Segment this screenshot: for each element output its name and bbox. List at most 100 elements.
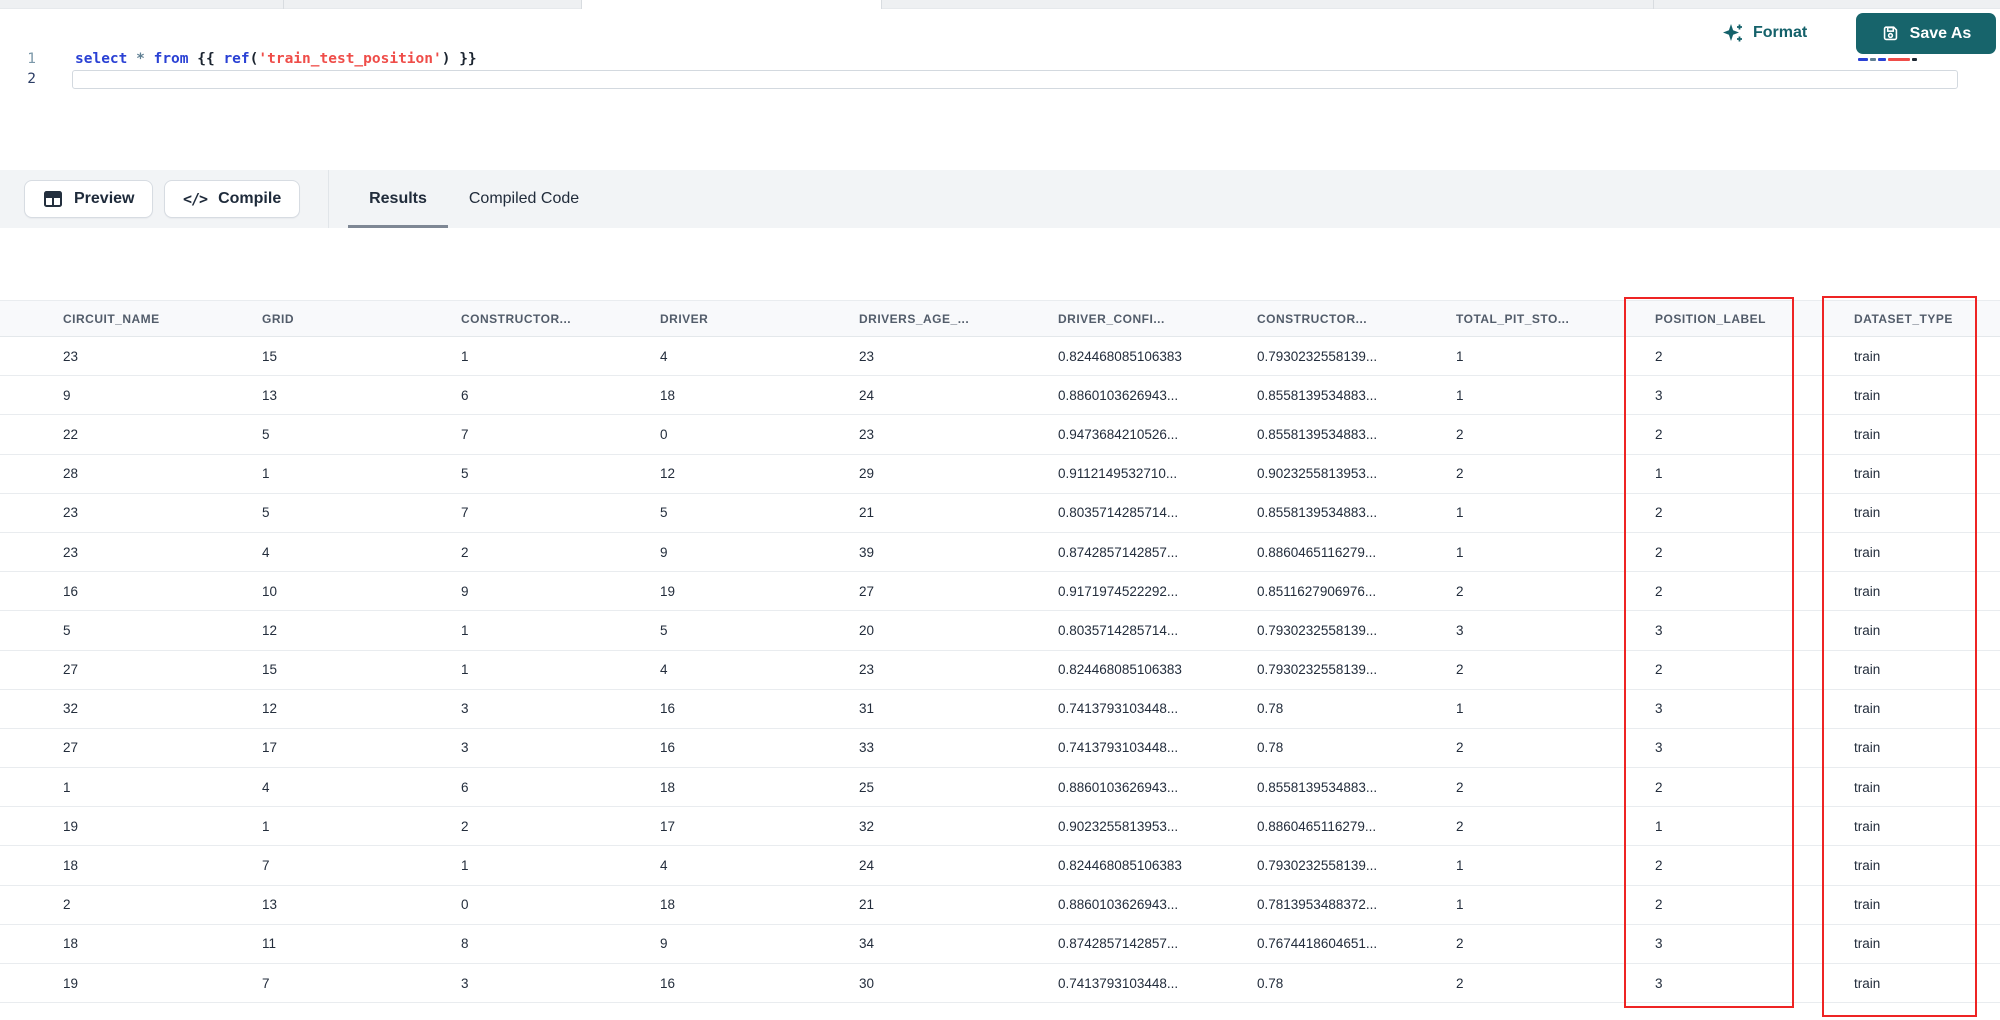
code-token: }} xyxy=(459,51,477,67)
table-cell: 2 xyxy=(1655,779,1663,795)
table-cell: 16 xyxy=(660,740,676,756)
active-file-tab[interactable] xyxy=(581,0,881,9)
table-cell: 1 xyxy=(1655,818,1663,834)
table-cell: 24 xyxy=(859,387,875,403)
save-as-button[interactable]: Save As xyxy=(1856,13,1996,54)
column-header: CONSTRUCTOR... xyxy=(1257,311,1368,326)
code-token: 'train_test_position' xyxy=(258,51,442,67)
table-cell: 0.9473684210526... xyxy=(1058,426,1179,442)
table-cell: 2 xyxy=(63,897,71,913)
current-line-highlight[interactable] xyxy=(72,70,1958,89)
table-cell: 1 xyxy=(63,779,71,795)
code-token: * xyxy=(136,51,145,67)
table-cell: train xyxy=(1854,426,1881,442)
table-cell: train xyxy=(1854,662,1881,678)
tab-divider xyxy=(283,0,284,9)
table-cell: 2 xyxy=(1655,583,1663,599)
column-header: GRID xyxy=(262,311,294,326)
tab-results[interactable]: Results xyxy=(348,170,448,228)
table-cell: 18 xyxy=(63,936,79,952)
table-cell: 21 xyxy=(859,897,875,913)
table-cell: 18 xyxy=(63,858,79,874)
table-row: 23 15 1 4 23 0.824468085106383 0.7930232558139… xyxy=(0,337,2000,377)
sparkles-icon xyxy=(1722,22,1744,44)
table-cell: 15 xyxy=(262,662,278,678)
table-cell: 23 xyxy=(63,505,79,521)
table-cell: train xyxy=(1854,779,1881,795)
table-cell: 25 xyxy=(859,779,875,795)
table-row: 23 5 7 5 21 0.8035714285714... 0.8558139534883… xyxy=(0,493,2000,533)
table-cell: 2 xyxy=(1655,348,1663,364)
table-cell: 31 xyxy=(859,701,875,717)
table-cell: 4 xyxy=(262,544,270,560)
table-cell: 12 xyxy=(660,466,676,482)
table-cell: 5 xyxy=(262,505,270,521)
table-cell: 27 xyxy=(859,583,875,599)
table-cell: 8 xyxy=(461,936,469,952)
line-number-1: 1 xyxy=(27,51,36,67)
results-table: CIRCUIT_NAME GRID CONSTRUCTOR... DRIVER DRIV… xyxy=(0,300,2000,1004)
table-cell: 18 xyxy=(660,387,676,403)
table-cell: 21 xyxy=(859,505,875,521)
table-cell: 18 xyxy=(660,779,676,795)
table-row: 16 10 9 19 27 0.9171974522292... 0.85116279069… xyxy=(0,572,2000,612)
table-cell: 3 xyxy=(1655,701,1663,717)
table-cell: 0.7413793103448... xyxy=(1058,975,1179,991)
table-cell: 0.8558139534883... xyxy=(1257,426,1378,442)
compile-button[interactable]: </> Compile xyxy=(164,180,301,218)
table-cell: 5 xyxy=(461,466,469,482)
save-icon xyxy=(1881,24,1900,43)
table-cell: 3 xyxy=(1655,622,1663,638)
table-cell: 0.9023255813953... xyxy=(1257,466,1378,482)
table-row: 5 12 1 5 20 0.8035714285714... 0.7930232558139… xyxy=(0,611,2000,651)
table-cell: 2 xyxy=(1456,975,1464,991)
preview-button[interactable]: Preview xyxy=(24,180,154,218)
table-cell: 0.8511627906976... xyxy=(1257,583,1377,599)
table-cell: train xyxy=(1854,348,1881,364)
table-cell: 5 xyxy=(660,622,668,638)
table-cell: 3 xyxy=(1655,387,1663,403)
table-grid-icon xyxy=(43,189,63,209)
sql-editor[interactable]: 1 2 select * from {{ ref('train_test_pos… xyxy=(0,10,2000,170)
table-cell: 0.9171974522292... xyxy=(1058,583,1179,599)
table-cell: 7 xyxy=(461,505,469,521)
table-cell: train xyxy=(1854,858,1881,874)
table-cell: 1 xyxy=(461,662,469,678)
format-button[interactable]: Format xyxy=(1722,18,1807,48)
column-header: DRIVER_CONFI... xyxy=(1058,311,1165,326)
table-cell: 2 xyxy=(1456,426,1464,442)
table-cell: 3 xyxy=(1655,936,1663,952)
table-cell: 0.824468085106383 xyxy=(1058,662,1182,678)
table-cell: train xyxy=(1854,975,1881,991)
column-header: DRIVER xyxy=(660,311,709,326)
table-cell: train xyxy=(1854,897,1881,913)
code-line-1[interactable]: select * from {{ ref('train_test_positio… xyxy=(75,51,477,67)
table-cell: 16 xyxy=(660,975,676,991)
table-cell: 2 xyxy=(1655,426,1663,442)
table-cell: 0.78 xyxy=(1257,740,1284,756)
table-cell: train xyxy=(1854,387,1881,403)
table-row: 9 13 6 18 24 0.8860103626943... 0.855813953488… xyxy=(0,376,2000,416)
table-cell: 0.824468085106383 xyxy=(1058,858,1182,874)
table-cell: 0.8742857142857... xyxy=(1058,936,1179,952)
table-row: 28 1 5 12 29 0.9112149532710... 0.902325581395… xyxy=(0,454,2000,494)
tab-compiled-code[interactable]: Compiled Code xyxy=(458,170,590,228)
table-cell: 12 xyxy=(262,622,278,638)
table-cell: 2 xyxy=(461,544,469,560)
table-cell: train xyxy=(1854,818,1881,834)
table-row: 27 15 1 4 23 0.824468085106383 0.7930232558139… xyxy=(0,650,2000,690)
table-cell: 0.7930232558139... xyxy=(1257,348,1378,364)
table-cell: 0.8860103626943... xyxy=(1058,779,1179,795)
table-cell: 19 xyxy=(63,975,79,991)
table-cell: 3 xyxy=(1456,622,1464,638)
table-row: 27 17 3 16 33 0.7413793103448... 0.78 2 3 train xyxy=(0,728,2000,769)
table-cell: 0.8558139534883... xyxy=(1257,505,1378,521)
toolbar-divider xyxy=(328,170,329,228)
table-cell: 0.7813953488372... xyxy=(1257,897,1378,913)
table-row: 19 1 2 17 32 0.9023255813953... 0.886046511627… xyxy=(0,807,2000,847)
code-minimap[interactable] xyxy=(1858,57,1917,61)
table-row: 23 4 2 9 39 0.8742857142857... 0.8860465116279… xyxy=(0,532,2000,573)
table-cell: 9 xyxy=(660,936,668,952)
